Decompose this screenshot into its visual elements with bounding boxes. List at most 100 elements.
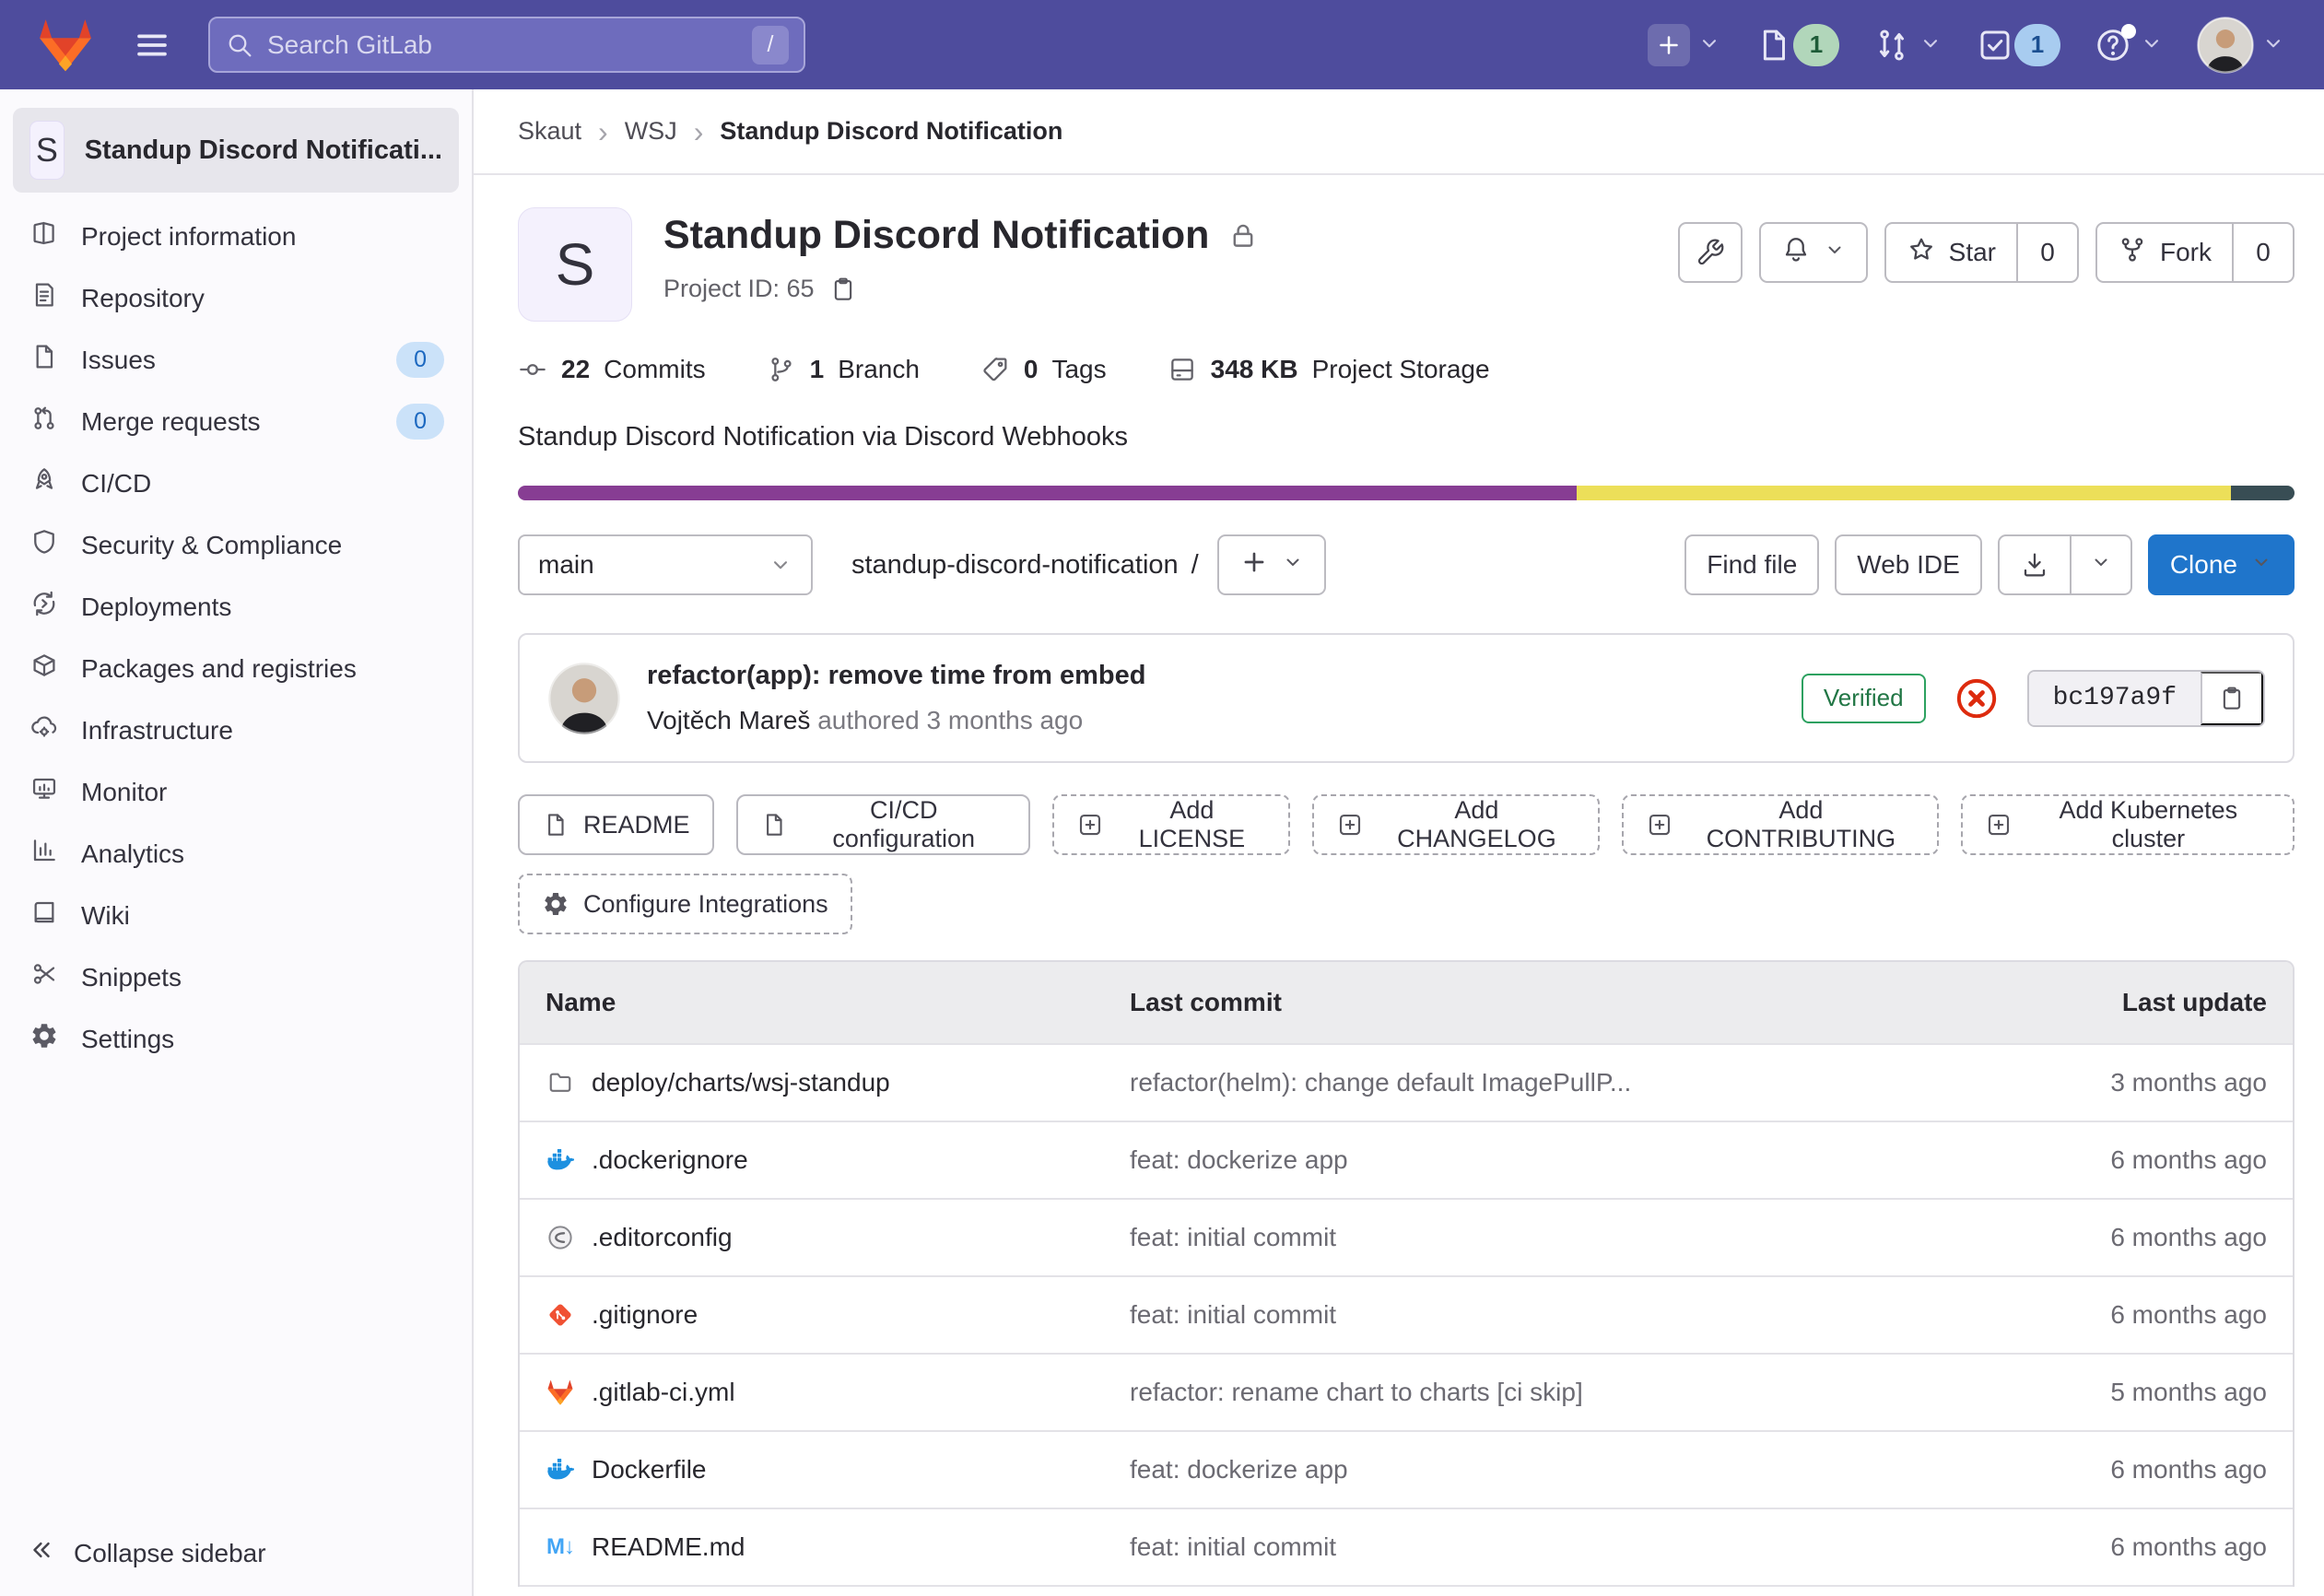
stat-tags[interactable]: 0Tags [980,355,1107,384]
sidebar-item-analytics[interactable]: Analytics [0,823,472,885]
commit-author[interactable]: Vojtěch Mareš [647,706,810,734]
ci-cd-configuration-button[interactable]: CI/CD configuration [736,794,1030,855]
merge-requests-menu-button[interactable] [1872,26,1943,65]
commit-message[interactable]: refactor(app): remove time from embed [647,661,1145,691]
repo-path[interactable]: standup-discord-notification [851,550,1179,581]
file-name-link[interactable]: README.md [592,1532,745,1562]
star-count[interactable]: 0 [2018,222,2079,283]
find-file-button[interactable]: Find file [1684,534,1819,595]
sidebar-item-repository[interactable]: Repository [0,267,472,329]
file-name-link[interactable]: .editorconfig [592,1223,733,1252]
sidebar-item-deployments[interactable]: Deployments [0,576,472,638]
add-changelog-button[interactable]: Add CHANGELOG [1312,794,1600,855]
sidebar-item-wiki[interactable]: Wiki [0,885,472,946]
chart-icon [29,836,59,872]
add-license-button[interactable]: Add LICENSE [1052,794,1290,855]
sidebar-item-project-information[interactable]: Project information [0,205,472,267]
sidebar-item-issues[interactable]: Issues0 [0,329,472,391]
configure-integrations-button[interactable]: Configure Integrations [518,874,852,934]
file-name-cell: .dockerignore [520,1145,1130,1175]
branch-selector[interactable]: main [518,534,813,595]
language-bar[interactable] [518,486,2295,500]
issues-button[interactable]: 1 [1755,24,1839,66]
last-commit-link[interactable]: feat: dockerize app [1130,1145,2007,1175]
book-icon [29,898,59,933]
sidebar-item-label: Wiki [81,901,130,931]
web-ide-button[interactable]: Web IDE [1835,534,1982,595]
stat-project-storage[interactable]: 348 KBProject Storage [1168,355,1490,384]
collapse-sidebar-button[interactable]: Collapse sidebar [28,1536,266,1570]
repo-toolbar: main standup-discord-notification / Find… [518,534,2295,595]
file-name-link[interactable]: deploy/charts/wsj-standup [592,1068,890,1097]
sidebar-item-monitor[interactable]: Monitor [0,761,472,823]
project-actions: Star 0 Fork 0 [1678,207,2295,283]
gitlab-logo[interactable] [33,16,98,75]
copy-project-id-button[interactable] [829,276,857,303]
editorconfig-icon [546,1223,575,1252]
fork-button[interactable]: Fork [2095,222,2234,283]
monitor-icon [29,774,59,810]
plus-square-icon [1985,811,2013,839]
last-commit-link[interactable]: feat: initial commit [1130,1532,2007,1562]
todos-button[interactable]: 1 [1976,24,2060,66]
commit-authored-meta: authored 3 months ago [817,706,1083,734]
sidebar-item-merge-requests[interactable]: Merge requests0 [0,391,472,452]
user-menu-button[interactable] [2197,17,2285,74]
file-name-link[interactable]: .dockerignore [592,1145,748,1175]
sidebar-item-security-compliance[interactable]: Security & Compliance [0,514,472,576]
stat-commits[interactable]: 22Commits [518,355,706,384]
last-commit-link[interactable]: refactor(helm): change default ImagePull… [1130,1068,2007,1097]
sidebar-item-settings[interactable]: Settings [0,1008,472,1070]
branch-icon [767,355,796,384]
last-commit-link[interactable]: feat: initial commit [1130,1223,2007,1252]
breadcrumb-group[interactable]: Skaut [518,117,581,146]
last-commit-link[interactable]: refactor: rename chart to charts [ci ski… [1130,1378,2007,1407]
path-separator: / [1191,550,1199,581]
last-update: 5 months ago [2007,1378,2293,1407]
gear-icon [29,1021,59,1057]
chevron-down-icon [2261,31,2285,58]
admin-wrench-button[interactable] [1678,222,1743,283]
fork-count[interactable]: 0 [2234,222,2295,283]
sidebar-item-infrastructure[interactable]: Infrastructure [0,699,472,761]
language-segment-3 [2231,486,2295,500]
readme-button[interactable]: README [518,794,714,855]
last-commit-link[interactable]: feat: dockerize app [1130,1455,2007,1485]
file-name-link[interactable]: .gitlab-ci.yml [592,1378,735,1407]
sidebar-item-label: CI/CD [81,469,151,499]
add-contributing-button[interactable]: Add CONTRIBUTING [1622,794,1939,855]
commit-author-avatar[interactable] [547,662,621,735]
last-commit-box: refactor(app): remove time from embed Vo… [518,633,2295,763]
download-options-button[interactable] [2072,534,2132,595]
pipeline-failed-icon[interactable] [1954,675,2000,722]
breadcrumb-subgroup[interactable]: WSJ [625,117,677,146]
deployments-icon [29,589,59,625]
todo-check-icon [1976,26,2014,65]
search-box[interactable]: / [208,17,805,73]
stat-branch[interactable]: 1Branch [767,355,920,384]
last-commit-link[interactable]: feat: initial commit [1130,1300,2007,1330]
git-icon [546,1300,575,1330]
chevron-down-icon [769,553,792,577]
add-kubernetes-cluster-button[interactable]: Add Kubernetes cluster [1961,794,2295,855]
star-button[interactable]: Star [1884,222,2018,283]
user-avatar [2197,17,2254,74]
download-button[interactable] [1998,534,2072,595]
breadcrumb-project[interactable]: Standup Discord Notification [720,117,1062,146]
sidebar-item-packages-and-registries[interactable]: Packages and registries [0,638,472,699]
search-input[interactable] [267,30,739,60]
merge-requests-icon [29,404,59,440]
hamburger-menu-button[interactable] [133,26,171,65]
verified-badge[interactable]: Verified [1802,674,1926,723]
sidebar-project-header[interactable]: S Standup Discord Notificati... [13,108,459,193]
notifications-bell-button[interactable] [1759,222,1868,283]
copy-sha-button[interactable] [2201,672,2263,725]
add-file-button[interactable] [1217,534,1326,595]
clone-button[interactable]: Clone [2148,534,2295,595]
help-menu-button[interactable] [2094,26,2164,65]
new-menu-button[interactable] [1648,24,1721,66]
sidebar-item-snippets[interactable]: Snippets [0,946,472,1008]
sidebar-item-ci-cd[interactable]: CI/CD [0,452,472,514]
file-name-link[interactable]: .gitignore [592,1300,698,1330]
file-name-link[interactable]: Dockerfile [592,1455,706,1485]
